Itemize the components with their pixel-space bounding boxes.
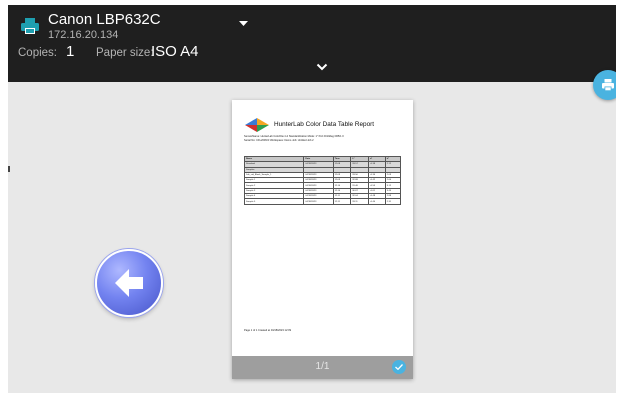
copies-label: Copies: xyxy=(18,47,57,59)
print-button[interactable] xyxy=(593,70,616,100)
printer-ip-address: 172.16.20.134 xyxy=(48,29,119,41)
report-meta-line: Serial No: CFL2009 R Workspace: Demo Job… xyxy=(244,139,314,142)
copies-value[interactable]: 1 xyxy=(66,43,74,60)
report-cell: 04/18/2023 xyxy=(303,198,334,205)
report-page-info: Page 1 of 1 Created at 04/18/2023 12:09 xyxy=(244,329,292,332)
paper-size-value[interactable]: ISO A4 xyxy=(151,43,199,60)
report-cell: 12:11 xyxy=(332,198,352,205)
report-cell: Sample 5 xyxy=(243,198,305,205)
report-table-row: Sample 5 04/18/2023 12:11 93.11 -0.40 2.31 xyxy=(243,198,402,205)
edge-marker xyxy=(8,166,10,172)
report-title: HunterLab Color Data Table Report xyxy=(274,121,375,128)
report-cell: -0.40 xyxy=(368,198,386,205)
chevron-down-icon[interactable] xyxy=(316,63,328,71)
preview-page[interactable]: HunterLab Color Data Table Report Sensor… xyxy=(232,100,413,379)
report-cell: 93.11 xyxy=(350,198,370,205)
check-icon xyxy=(395,364,403,370)
page-indicator: 1/1 xyxy=(315,361,330,372)
arrow-left-icon xyxy=(115,269,143,297)
hunterlab-logo xyxy=(245,118,269,132)
report-cell: 2.31 xyxy=(384,198,402,205)
print-settings-header: Canon LBP632C 172.16.20.134 Copies: 1 Pa… xyxy=(8,5,616,82)
report-meta: SensorName: HunterLab ColorFlex L2 Stand… xyxy=(244,135,344,143)
page-selected-checkbox[interactable] xyxy=(392,360,406,374)
back-button[interactable] xyxy=(95,249,163,317)
print-icon xyxy=(602,79,614,91)
dropdown-arrow-icon[interactable] xyxy=(239,21,248,27)
printer-name[interactable]: Canon LBP632C xyxy=(48,11,161,28)
print-preview-frame: Canon LBP632C 172.16.20.134 Copies: 1 Pa… xyxy=(8,5,616,393)
page-footer-bar: 1/1 xyxy=(232,356,413,379)
report-table: Name Date Time L* a* b* Standard 04/18/20… xyxy=(243,155,402,205)
paper-size-label: Paper size: xyxy=(96,47,154,59)
printer-icon xyxy=(21,18,39,34)
